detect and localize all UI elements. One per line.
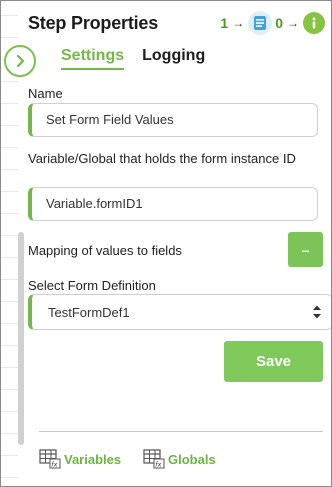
panel-title: Step Properties [28, 12, 159, 33]
tab-bar: Settings Logging [61, 47, 205, 70]
form-definition-select[interactable]: TestFormDef1 [28, 294, 331, 330]
chevron-right-icon [16, 54, 25, 68]
updown-arrows-icon [313, 305, 321, 319]
instance-var-label: Variable/Global that holds the form inst… [28, 151, 296, 166]
svg-text:fx: fx [51, 461, 57, 469]
arrow-right-icon: → [287, 16, 299, 30]
table-fx-icon: fx [143, 449, 165, 469]
form-step-icon [248, 11, 273, 35]
svg-text:fx: fx [155, 461, 161, 469]
globals-link-label: Globals [168, 451, 216, 467]
globals-link[interactable]: fx Globals [143, 449, 216, 469]
form-definition-value: TestFormDef1 [48, 304, 130, 320]
name-field[interactable]: Set Form Field Values [28, 103, 318, 137]
save-button[interactable]: Save [224, 341, 323, 382]
prev-step-count: 1 [220, 15, 229, 31]
arrow-right-icon: → [232, 16, 245, 30]
mapping-label: Mapping of values to fields [28, 243, 182, 258]
variables-link-label: Variables [64, 451, 122, 467]
tab-settings[interactable]: Settings [61, 47, 125, 70]
form-definition-label: Select Form Definition [28, 278, 156, 293]
variables-link[interactable]: fx Variables [39, 449, 121, 469]
step-properties-panel: Step Properties 1 → 0 → Settings Logging… [0, 0, 332, 487]
next-step-count: 0 [275, 15, 283, 31]
tab-logging[interactable]: Logging [142, 47, 205, 70]
mapping-toggle-button[interactable]: – [288, 232, 323, 267]
step-flow-indicator: 1 → 0 → [220, 11, 325, 35]
vertical-scrollbar[interactable] [18, 232, 24, 445]
table-fx-icon: fx [39, 449, 61, 469]
collapse-panel-button[interactable] [4, 45, 36, 77]
name-label: Name [28, 86, 63, 101]
panel-header: Step Properties 1 → 0 → [28, 9, 325, 37]
instance-var-field[interactable]: Variable.formID1 [28, 187, 318, 221]
footer-divider [39, 431, 323, 432]
info-icon[interactable] [303, 12, 325, 34]
